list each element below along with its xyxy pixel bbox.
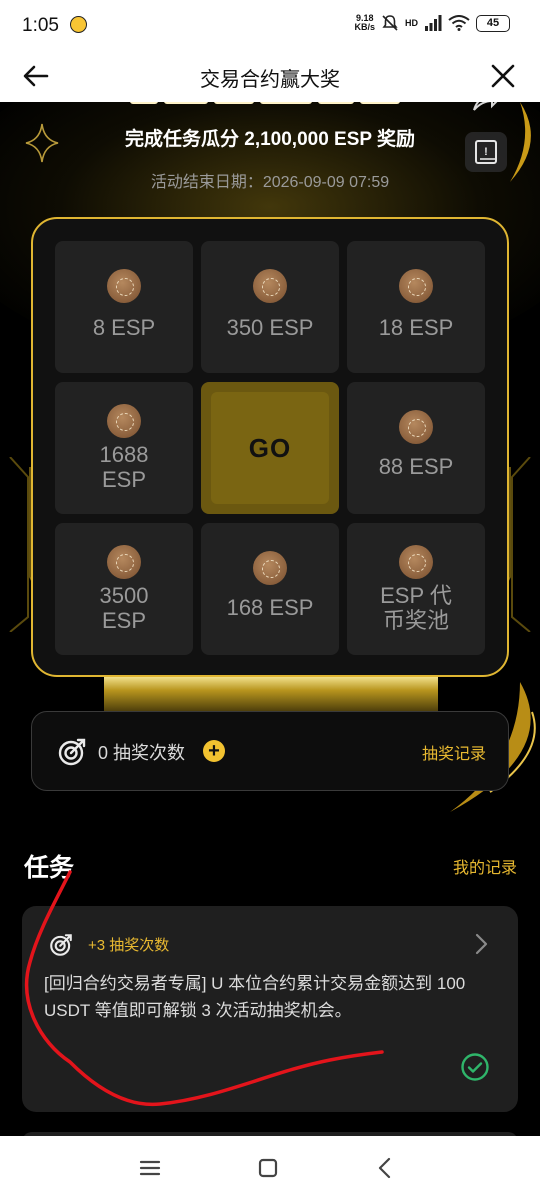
prize-cell: 18 ESP [347,241,485,373]
prize-cell: 88 ESP [347,382,485,514]
esp-coin-icon [399,410,433,444]
esp-coin-icon [399,269,433,303]
task-card[interactable]: +3 抽奖次数 [回归合约交易者专属] U 本位合约累计交易金额达到 100 U… [22,906,518,1112]
board-pedestal [104,677,438,715]
prize-cell: 168 ESP [201,523,339,655]
draw-count: 0 抽奖次数 [98,743,186,763]
esp-coin-icon [107,545,141,579]
svg-text:!: ! [484,146,488,158]
rules-button[interactable]: ! [465,132,507,172]
share-icon[interactable] [470,102,500,112]
esp-coin-icon [107,404,141,438]
net-speed: 9.18 KB/s [354,13,375,32]
task-reward: +3 抽奖次数 [88,937,170,954]
prize-label: 1688 ESP [99,442,149,492]
notification-icon [70,16,87,33]
app-header: 交易合约赢大奖 [0,50,540,102]
prize-label: 3500 ESP [99,583,149,633]
prize-cell: ESP 代 币奖池 [347,523,485,655]
prize-label: 350 ESP [226,315,314,340]
signal-icon [425,15,442,31]
prize-label: ESP 代 币奖池 [380,583,452,633]
chevron-right-icon[interactable] [472,932,490,956]
task-description: [回归合约交易者专属] U 本位合约累计交易金额达到 100 USDT 等值即可… [44,974,466,1020]
esp-coin-icon [253,551,287,585]
esp-coin-icon [107,269,141,303]
prize-label: 18 ESP [378,315,454,340]
prize-cell: 8 ESP [55,241,193,373]
esp-coin-icon [253,269,287,303]
lottery-target-icon [58,738,86,766]
menu-icon[interactable] [136,1154,164,1182]
end-date: 活动结束日期：2026-09-09 07:59 [150,174,390,191]
status-bar: 1:05 9.18 KB/s HD 45 [0,0,540,50]
status-indicators: 9.18 KB/s HD 45 [354,14,510,32]
battery-icon: 45 [476,14,510,32]
back-icon[interactable] [371,1154,399,1182]
prize-label: 8 ESP [92,315,156,340]
prize-label: 88 ESP [378,454,454,479]
page-title: 交易合约赢大奖 [200,69,340,91]
prize-label: 168 ESP [226,595,314,620]
draw-count-card: 0 抽奖次数 + 抽奖记录 [31,711,509,791]
main-content: 完成任务瓜分 2,100,000 ESP 奖励 活动结束日期：2026-09-0… [0,102,540,1136]
tasks-heading: 任务 [24,854,75,882]
check-circle-icon [461,1053,489,1081]
prize-cell: 350 ESP [201,241,339,373]
system-nav-bar [0,1136,540,1200]
esp-coin-icon [399,545,433,579]
plus-icon[interactable]: + [203,740,225,762]
status-time: 1:05 [22,15,59,36]
prize-board: 8 ESP 350 ESP 18 ESP 1688 ESP GO 88 ESP … [31,217,509,677]
banner-subtitle: 完成任务瓜分 2,100,000 ESP 奖励 [124,129,416,150]
network-type: HD [405,18,418,28]
prize-cell: 1688 ESP [55,382,193,514]
go-label: GO [211,392,329,504]
my-records-link[interactable]: 我的记录 [453,854,517,878]
wifi-icon [448,15,470,31]
banner-title-cut [130,102,410,108]
go-button[interactable]: GO [201,382,339,514]
mute-icon [382,15,398,31]
home-icon[interactable] [254,1154,282,1182]
close-icon[interactable] [488,61,518,91]
lottery-target-icon [50,934,72,956]
rule-book-icon: ! [475,140,497,164]
prize-cell: 3500 ESP [55,523,193,655]
draw-records-link[interactable]: 抽奖记录 [422,740,486,764]
